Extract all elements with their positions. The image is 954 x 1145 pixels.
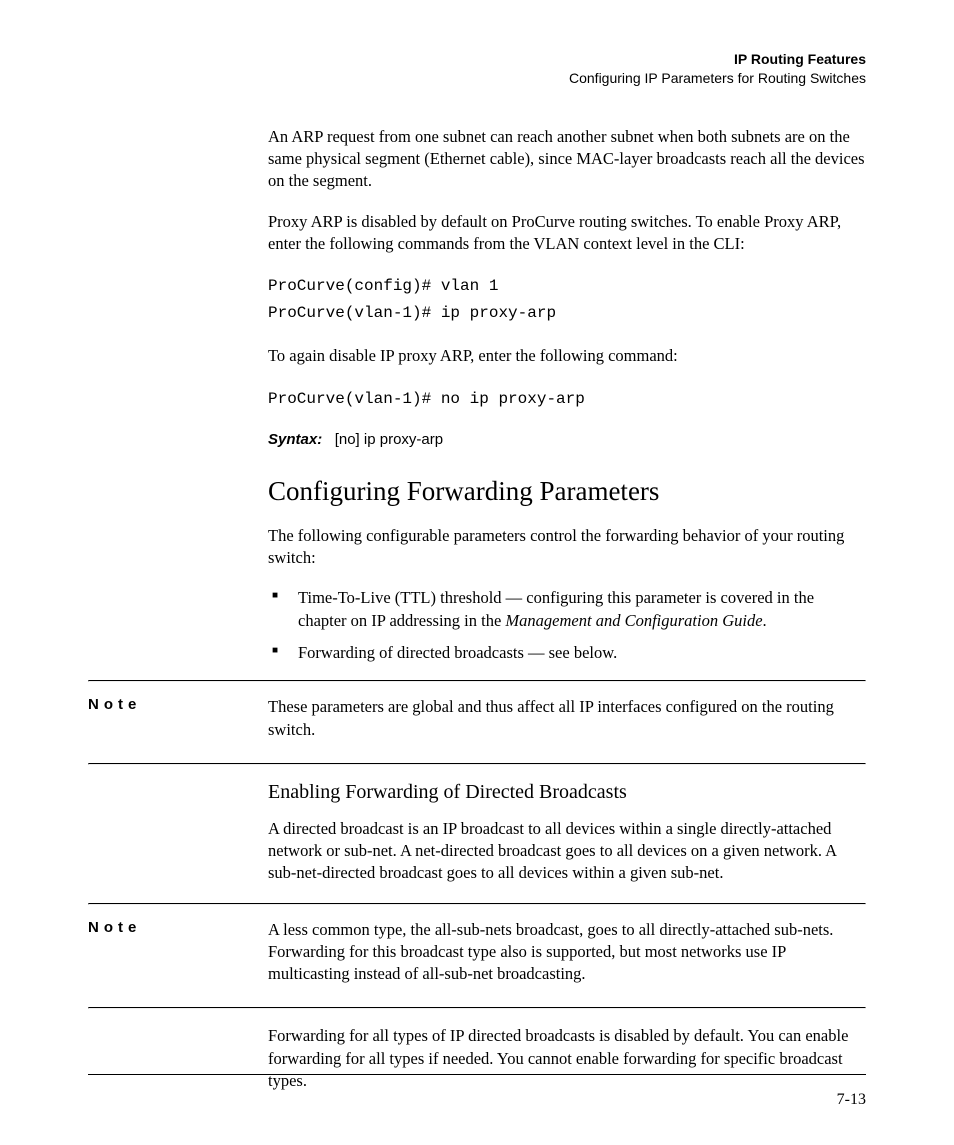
list-item: Forwarding of directed broadcasts — see …	[294, 642, 866, 664]
body-column: Forwarding for all types of IP directed …	[268, 1025, 866, 1092]
list-item: Time-To-Live (TTL) threshold — configuri…	[294, 587, 866, 632]
body-column: An ARP request from one subnet can reach…	[268, 126, 866, 664]
syntax-label: Syntax:	[268, 431, 322, 448]
section-heading: Configuring Forwarding Parameters	[268, 476, 866, 507]
note-label: Note	[88, 919, 268, 986]
body-column: Enabling Forwarding of Directed Broadcas…	[268, 781, 866, 885]
note-block: Note These parameters are global and thu…	[88, 680, 866, 765]
note-block: Note A less common type, the all-sub-net…	[88, 903, 866, 1010]
code-block: ProCurve(config)# vlan 1 ProCurve(vlan-1…	[268, 273, 866, 327]
note-rule	[88, 1007, 866, 1009]
syntax-line: Syntax: [no] ip proxy-arp	[268, 431, 866, 448]
subsection-heading: Enabling Forwarding of Directed Broadcas…	[268, 781, 866, 804]
book-title: Management and Configuration Guide	[505, 611, 762, 630]
note-rule	[88, 680, 866, 682]
paragraph: An ARP request from one subnet can reach…	[268, 126, 866, 193]
page-number: 7-13	[837, 1091, 866, 1109]
code-block: ProCurve(vlan-1)# no ip proxy-arp	[268, 386, 866, 413]
paragraph: To again disable IP proxy ARP, enter the…	[268, 345, 866, 367]
bullet-list: Time-To-Live (TTL) threshold — configuri…	[268, 587, 866, 664]
paragraph: The following configurable parameters co…	[268, 525, 866, 570]
header-title: IP Routing Features	[88, 50, 866, 69]
header-subtitle: Configuring IP Parameters for Routing Sw…	[88, 69, 866, 88]
note-row: Note A less common type, the all-sub-net…	[88, 909, 866, 1000]
footer-rule	[88, 1074, 866, 1075]
note-rule	[88, 903, 866, 905]
note-rule	[88, 763, 866, 765]
paragraph: Proxy ARP is disabled by default on ProC…	[268, 211, 866, 256]
note-body: A less common type, the all-sub-nets bro…	[268, 919, 866, 986]
running-header: IP Routing Features Configuring IP Param…	[88, 50, 866, 88]
note-label: Note	[88, 696, 268, 741]
list-item-text: Forwarding of directed broadcasts — see …	[298, 643, 617, 662]
note-body: These parameters are global and thus aff…	[268, 696, 866, 741]
page: IP Routing Features Configuring IP Param…	[0, 0, 954, 1145]
list-item-text: .	[763, 611, 767, 630]
note-row: Note These parameters are global and thu…	[88, 686, 866, 755]
syntax-text: [no] ip proxy-arp	[335, 431, 443, 448]
paragraph: Forwarding for all types of IP directed …	[268, 1025, 866, 1092]
paragraph: A directed broadcast is an IP broadcast …	[268, 818, 866, 885]
